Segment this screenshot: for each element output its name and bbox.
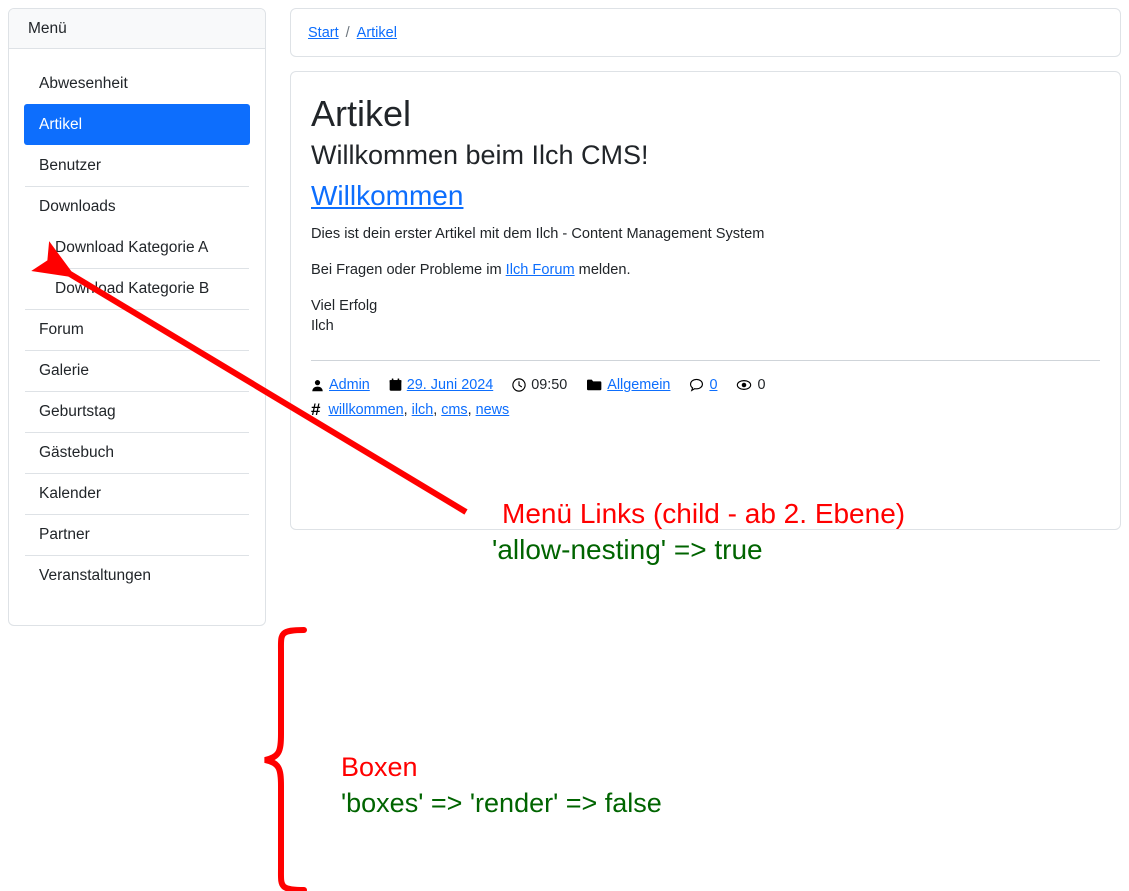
annotation-brace-boxes bbox=[264, 627, 307, 891]
breadcrumb-link-artikel[interactable]: Artikel bbox=[357, 25, 397, 41]
sidebar-link-kalender[interactable]: Kalender bbox=[9, 473, 265, 514]
sidebar-link-veranstaltungen[interactable]: Veranstaltungen bbox=[9, 555, 265, 596]
article-paragraph-2: Bei Fragen oder Probleme im Ilch Forum m… bbox=[311, 260, 1100, 280]
meta-author-link[interactable]: Admin bbox=[329, 374, 370, 396]
breadcrumb-link-start[interactable]: Start bbox=[308, 25, 339, 41]
article-card: Artikel Willkommen beim Ilch CMS! Willko… bbox=[290, 71, 1121, 530]
paragraph-2-after: melden. bbox=[574, 262, 631, 278]
meta-divider bbox=[311, 360, 1100, 361]
annotation-menu-links-red: Menü Links (child - ab 2. Ebene) bbox=[502, 498, 906, 529]
sidebar-link-abwesenheit[interactable]: Abwesenheit bbox=[9, 63, 265, 104]
sidebar-item-galerie[interactable]: Galerie bbox=[9, 350, 265, 391]
eye-icon bbox=[736, 378, 752, 392]
sidebar-link-gaestebuch[interactable]: Gästebuch bbox=[9, 432, 265, 473]
sidebar-item-downloads[interactable]: Downloads bbox=[9, 186, 265, 227]
article-tag-row: # willkommen, ilch, cms, news bbox=[311, 399, 1100, 421]
annotation-boxen-red: Boxen bbox=[341, 752, 418, 782]
sidebar-link-download-kategorie-b[interactable]: Download Kategorie B bbox=[9, 268, 265, 309]
ilch-forum-link[interactable]: Ilch Forum bbox=[506, 262, 575, 278]
hash-icon: # bbox=[311, 400, 321, 419]
calendar-icon bbox=[389, 378, 402, 392]
tag-separator: , bbox=[433, 402, 438, 418]
sidebar-nav-list: Abwesenheit Artikel Benutzer Downloads D… bbox=[9, 49, 265, 610]
meta-time-value: 09:50 bbox=[531, 377, 568, 393]
tag-link[interactable]: cms bbox=[441, 399, 467, 421]
sidebar-item-artikel[interactable]: Artikel bbox=[9, 104, 265, 145]
meta-views: 0 bbox=[736, 374, 765, 396]
sidebar-link-downloads[interactable]: Downloads bbox=[9, 186, 265, 227]
sidebar-item-gaestebuch[interactable]: Gästebuch bbox=[9, 432, 265, 473]
folder-icon bbox=[586, 378, 602, 392]
article-meta-row: Admin 29. Juni 2024 09:50 Allgemein 0 0 bbox=[311, 374, 1100, 396]
meta-category: Allgemein bbox=[586, 374, 670, 396]
paragraph-2-before: Bei Fragen oder Probleme im bbox=[311, 262, 506, 278]
tag-separator: , bbox=[467, 402, 472, 418]
annotation-menu-links-green: 'allow-nesting' => true bbox=[492, 534, 763, 565]
sidebar-item-download-kategorie-b[interactable]: Download Kategorie B bbox=[9, 268, 265, 309]
article-heading-link[interactable]: Willkommen bbox=[311, 178, 463, 214]
sidebar-item-partner[interactable]: Partner bbox=[9, 514, 265, 555]
sidebar-link-galerie[interactable]: Galerie bbox=[9, 350, 265, 391]
sidebar-link-download-kategorie-a[interactable]: Download Kategorie A bbox=[9, 227, 265, 268]
sidebar-item-forum[interactable]: Forum bbox=[9, 309, 265, 350]
meta-time: 09:50 bbox=[512, 374, 567, 396]
sidebar-item-download-kategorie-a[interactable]: Download Kategorie A bbox=[9, 227, 265, 268]
meta-views-count: 0 bbox=[757, 377, 766, 393]
tag-link[interactable]: willkommen bbox=[328, 399, 403, 421]
meta-comments: 0 bbox=[689, 374, 717, 396]
sidebar-header-label: Menü bbox=[28, 19, 67, 37]
article-closing-1: Viel Erfolg bbox=[311, 298, 378, 314]
tag-link[interactable]: ilch bbox=[412, 399, 434, 421]
meta-date: 29. Juni 2024 bbox=[389, 374, 493, 396]
sidebar-item-kalender[interactable]: Kalender bbox=[9, 473, 265, 514]
annotation-boxen-green: 'boxes' => 'render' => false bbox=[341, 788, 662, 818]
sidebar-link-benutzer[interactable]: Benutzer bbox=[9, 145, 265, 186]
sidebar-link-partner[interactable]: Partner bbox=[9, 514, 265, 555]
page-title: Artikel bbox=[311, 93, 412, 134]
article-closing-2: Ilch bbox=[311, 318, 334, 334]
tag-link[interactable]: news bbox=[476, 399, 510, 421]
sidebar-link-artikel[interactable]: Artikel bbox=[24, 104, 250, 145]
sidebar-header: Menü bbox=[9, 9, 265, 49]
comment-icon bbox=[689, 378, 704, 392]
meta-date-link[interactable]: 29. Juni 2024 bbox=[407, 374, 493, 396]
sidebar-item-veranstaltungen[interactable]: Veranstaltungen bbox=[9, 555, 265, 596]
sidebar-menu-card: Menü Abwesenheit Artikel Benutzer Downlo… bbox=[8, 8, 266, 626]
meta-comments-count[interactable]: 0 bbox=[709, 374, 717, 396]
tag-separator: , bbox=[403, 402, 408, 418]
article-paragraph-1: Dies ist dein erster Artikel mit dem Ilc… bbox=[311, 226, 765, 242]
breadcrumb-separator: / bbox=[345, 24, 350, 41]
person-icon bbox=[311, 378, 324, 393]
sidebar-item-geburtstag[interactable]: Geburtstag bbox=[9, 391, 265, 432]
sidebar-item-abwesenheit[interactable]: Abwesenheit bbox=[9, 63, 265, 104]
article-subtitle: Willkommen beim Ilch CMS! bbox=[311, 140, 649, 170]
sidebar-link-forum[interactable]: Forum bbox=[9, 309, 265, 350]
sidebar-link-geburtstag[interactable]: Geburtstag bbox=[9, 391, 265, 432]
clock-icon bbox=[512, 378, 526, 392]
meta-author: Admin bbox=[311, 374, 370, 396]
meta-category-link[interactable]: Allgemein bbox=[607, 374, 670, 396]
breadcrumb: Start / Artikel bbox=[290, 8, 1121, 57]
sidebar-item-benutzer[interactable]: Benutzer bbox=[9, 145, 265, 186]
